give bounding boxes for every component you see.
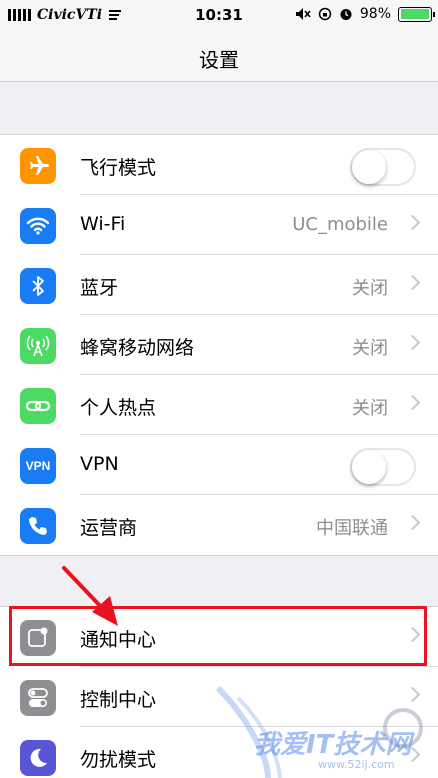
- mute-icon: [295, 8, 311, 20]
- annotation-arrow-icon: [62, 566, 118, 626]
- wifi-icon: [20, 208, 56, 244]
- navigation-bar: 设置: [0, 30, 438, 82]
- settings-row-wifi[interactable]: Wi-Fi UC_mobile: [0, 195, 438, 255]
- row-value: 中国联通: [316, 518, 388, 539]
- settings-group-connectivity: 飞行模式 Wi-Fi UC_mobile 蓝牙 关闭 蜂窝移动网络 关闭 个人热…: [0, 134, 438, 556]
- battery-icon: [398, 6, 435, 22]
- settings-row-carrier[interactable]: 运营商 中国联通: [0, 495, 438, 555]
- moon-icon: [20, 740, 56, 776]
- bluetooth-icon: [20, 268, 56, 304]
- chevron-right-icon: [404, 514, 421, 531]
- control-center-icon: [20, 680, 56, 716]
- orientation-lock-icon: [318, 7, 332, 21]
- chevron-right-icon: [404, 394, 421, 411]
- row-label: VPN: [80, 453, 119, 475]
- vpn-icon-text: VPN: [25, 459, 51, 473]
- battery-percent: 98%: [359, 6, 391, 22]
- row-value: 关闭: [352, 278, 388, 299]
- row-label: 控制中心: [80, 689, 157, 711]
- watermark: 我爱IT技术网 www.52ij.com: [208, 658, 438, 778]
- chevron-right-icon: [404, 334, 421, 351]
- vpn-icon: VPN: [20, 448, 56, 484]
- row-label: 蓝牙: [80, 277, 119, 299]
- settings-row-personal-hotspot[interactable]: 个人热点 关闭: [0, 375, 438, 435]
- row-label: 运营商: [80, 517, 138, 539]
- watermark-url: www.52ij.com: [318, 758, 395, 771]
- chevron-right-icon: [404, 214, 421, 231]
- cellular-icon: [20, 328, 56, 364]
- row-label: Wi-Fi: [80, 213, 126, 235]
- row-label: 飞行模式: [80, 157, 157, 179]
- row-label: 个人热点: [80, 397, 157, 419]
- settings-row-bluetooth[interactable]: 蓝牙 关闭: [0, 255, 438, 315]
- row-label: 勿扰模式: [80, 749, 157, 771]
- battery-fill: [400, 9, 429, 19]
- phone-icon: [20, 508, 56, 544]
- chevron-right-icon: [404, 274, 421, 291]
- settings-row-cellular[interactable]: 蜂窝移动网络 关闭: [0, 315, 438, 375]
- airplane-icon: [20, 148, 56, 184]
- settings-row-vpn[interactable]: VPN VPN: [0, 435, 438, 495]
- status-bar: CivicVTi 10:31 98%: [0, 0, 438, 30]
- alarm-icon: [340, 9, 352, 20]
- row-label: 蜂窝移动网络: [80, 337, 195, 359]
- row-value: 关闭: [352, 398, 388, 419]
- vpn-toggle[interactable]: [350, 448, 416, 486]
- watermark-text: 我爱IT技术网: [254, 730, 412, 760]
- row-value: 关闭: [352, 338, 388, 359]
- row-value: UC_mobile: [292, 214, 388, 235]
- settings-row-airplane-mode[interactable]: 飞行模式: [0, 135, 438, 195]
- airplane-mode-toggle[interactable]: [350, 148, 416, 186]
- hotspot-icon: [20, 388, 56, 424]
- page-title: 设置: [199, 48, 239, 72]
